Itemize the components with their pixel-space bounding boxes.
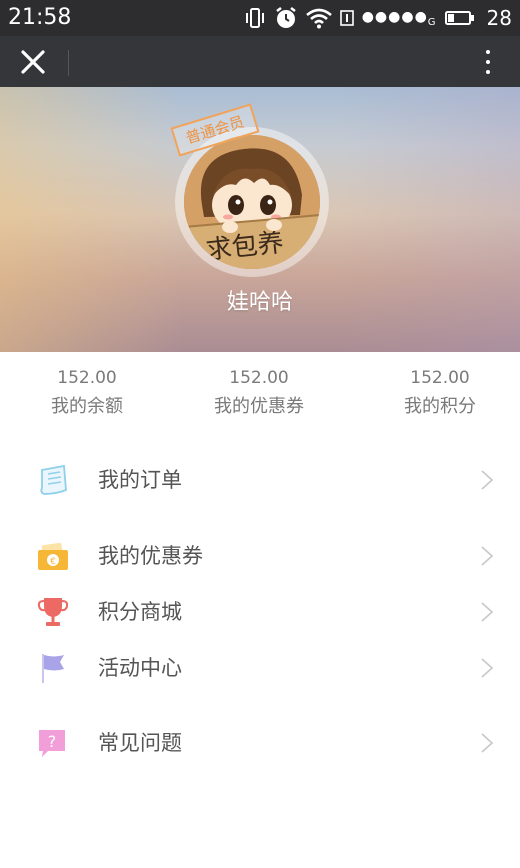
signal-icon: ●●●●●G [361,8,437,28]
menu-item-coupons[interactable]: € 我的优惠券 [0,528,520,584]
menu-item-orders[interactable]: 我的订单 [0,452,520,508]
coupon-wallet-icon: € [38,542,68,570]
svg-text:?: ? [48,732,57,751]
status-bar: 21:58 ●●●●●G 28 [0,0,520,36]
trophy-icon [37,598,69,626]
menu-item-faq[interactable]: ? 常见问题 [0,715,520,771]
menu-item-activity-center[interactable]: 活动中心 [0,640,520,696]
stat-points-label: 我的积分 [404,396,476,417]
stats-row: 152.00 我的余额 152.00 我的优惠券 152.00 我的积分 [0,352,520,434]
status-icons: ●●●●●G 28 [244,5,512,31]
vibrate-icon [245,8,264,28]
flag-icon [42,654,64,683]
chevron-right-icon [481,733,494,753]
menu-item-points-mall[interactable]: 积分商城 [0,584,520,640]
title-bar [0,36,520,87]
stat-coupons-label: 我的优惠券 [214,396,304,417]
sim-icon [339,10,354,26]
wifi-icon [305,8,332,29]
stat-coupons[interactable]: 152.00 我的优惠券 [199,366,319,424]
profile-header: 求包养 普通会员 娃哈哈 [0,87,520,352]
chevron-right-icon [481,470,494,490]
more-vertical-icon[interactable] [480,46,496,78]
stat-points-value: 152.00 [410,368,470,388]
stat-balance-label: 我的余额 [51,396,123,417]
close-icon [21,50,45,74]
username: 娃哈哈 [226,290,293,315]
alarm-icon [275,7,296,28]
stat-points[interactable]: 152.00 我的积分 [390,366,490,424]
menu-item-label: 活动中心 [98,656,182,680]
status-time: 21:58 [8,5,72,30]
menu-item-label: 积分商城 [98,600,182,624]
stat-balance-value: 152.00 [57,368,117,388]
stat-balance[interactable]: 152.00 我的余额 [37,366,137,424]
stat-coupons-value: 152.00 [229,368,289,388]
receipt-icon [40,464,67,495]
menu-item-label: 我的优惠券 [98,544,203,568]
chevron-right-icon [481,602,494,622]
chevron-right-icon [481,546,494,566]
chevron-right-icon [481,658,494,678]
svg-text:€: € [50,557,56,567]
question-bubble-icon: ? [39,730,65,757]
close-button[interactable] [16,46,50,78]
battery-level: 28 [486,6,512,30]
cartoon-avatar-icon: 求包养 [184,135,320,269]
title-divider [68,50,69,76]
menu-item-label: 我的订单 [98,468,182,492]
battery-icon [444,11,474,25]
avatar[interactable]: 求包养 [184,135,320,269]
menu-item-label: 常见问题 [98,731,182,755]
